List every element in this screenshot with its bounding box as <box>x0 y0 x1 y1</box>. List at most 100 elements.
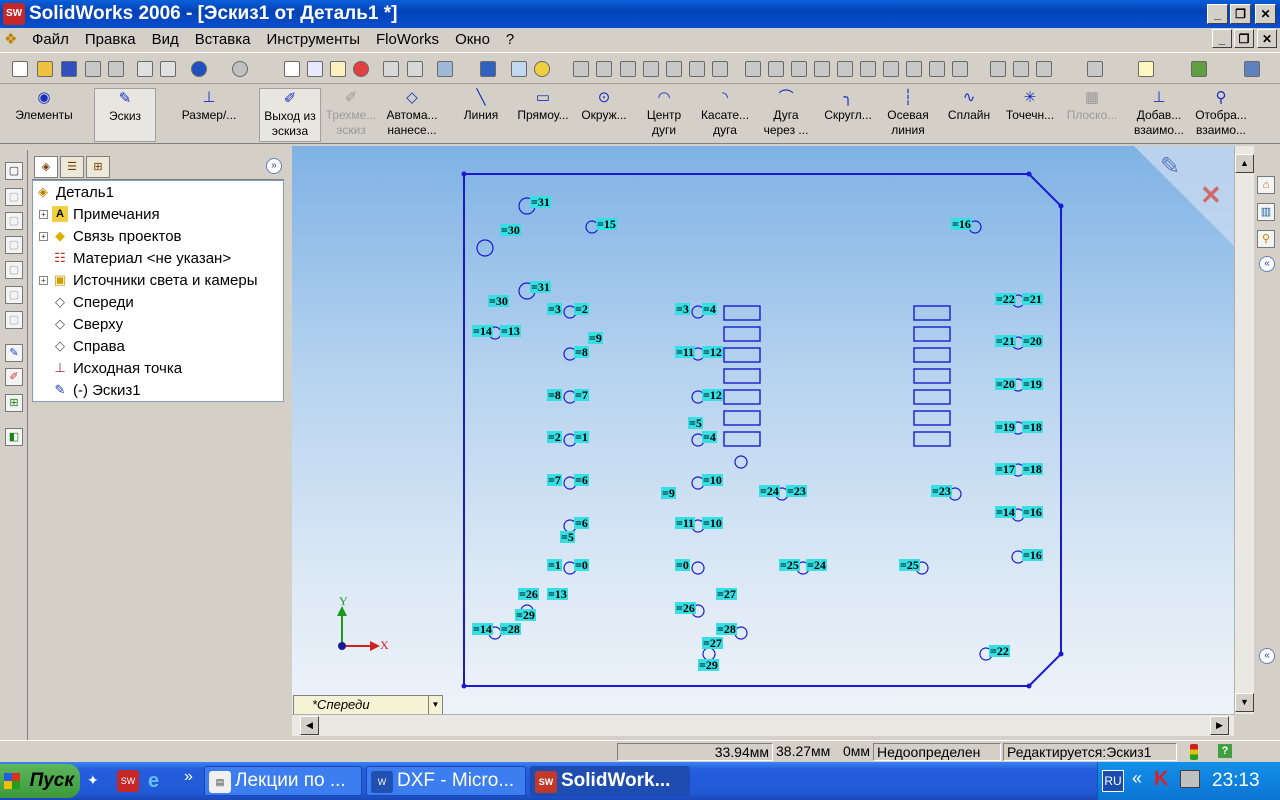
relation-label[interactable]: =10 <box>702 517 723 529</box>
hole-icon[interactable]: ▢ <box>5 286 23 304</box>
minimize-button[interactable]: _ <box>1207 4 1228 24</box>
relation-label[interactable]: =12 <box>702 346 723 358</box>
line-button[interactable]: ╲ Линия <box>459 88 503 142</box>
menu-edit[interactable]: Правка <box>77 31 144 48</box>
feature-icon-6[interactable] <box>689 61 705 77</box>
language-indicator[interactable]: RU <box>1102 770 1124 792</box>
menu-file[interactable]: Файл <box>24 31 77 48</box>
instant3d-icon[interactable]: ◧ <box>5 428 23 446</box>
revolve-icon[interactable]: ▢ <box>5 188 23 206</box>
fillet-button[interactable]: ╮ Скругл... <box>819 88 877 142</box>
relation-label[interactable]: =14 <box>472 325 493 337</box>
relation-label[interactable]: =30 <box>488 295 509 307</box>
undo-icon[interactable] <box>191 61 207 77</box>
tree-item-sketch1[interactable]: ✎ (-) Эскиз1 <box>52 379 141 401</box>
relation-label[interactable]: =24 <box>806 559 827 571</box>
select-icon[interactable] <box>284 61 300 77</box>
slots-right[interactable] <box>913 305 951 447</box>
slots-left[interactable] <box>723 305 761 447</box>
rebuild-light-icon[interactable] <box>1190 744 1198 760</box>
relation-label[interactable]: =11 <box>675 517 696 529</box>
task-lectures[interactable]: ▤ Лекции по ... <box>204 766 362 796</box>
add-relation-button[interactable]: ⊥ Добав... взаимо... <box>1129 88 1189 142</box>
scroll-up-icon[interactable]: ▲ <box>1235 154 1254 173</box>
drawing-icon[interactable] <box>1138 61 1154 77</box>
help-icon[interactable] <box>534 61 550 77</box>
print-icon[interactable] <box>137 61 153 77</box>
camera-icon[interactable] <box>437 61 453 77</box>
feature-icon-1[interactable] <box>573 61 589 77</box>
circle-button[interactable]: ⊙ Окруж... <box>576 88 632 142</box>
network-icon[interactable] <box>1180 770 1200 788</box>
plane-button[interactable]: ▦ Плоско... <box>1062 88 1122 142</box>
relation-label[interactable]: =6 <box>574 517 589 529</box>
relation-label[interactable]: =4 <box>702 303 717 315</box>
relation-label[interactable]: =22 <box>995 293 1016 305</box>
relation-label[interactable]: =13 <box>547 588 568 600</box>
relation-label[interactable]: =25 <box>899 559 920 571</box>
surface-icon-10[interactable] <box>952 61 968 77</box>
relation-label[interactable]: =28 <box>500 623 521 635</box>
tools-icon[interactable] <box>1244 61 1260 77</box>
tree-item-origin[interactable]: ⊥ Исходная точка <box>52 357 182 379</box>
relation-label[interactable]: =2 <box>574 303 589 315</box>
feature-tree-tab-icon[interactable]: ◈ <box>34 156 58 178</box>
library-icon[interactable]: ▥ <box>1257 203 1275 221</box>
relation-label[interactable]: =22 <box>989 645 1010 657</box>
relation-label[interactable]: =7 <box>547 474 562 486</box>
relation-label[interactable]: =14 <box>472 623 493 635</box>
search-icon[interactable]: ⚲ <box>1257 230 1275 248</box>
sketch3d-button[interactable]: ✐ Трехме... эскиз <box>323 88 379 142</box>
tree-item-right[interactable]: ◇ Справа <box>52 335 125 357</box>
expand-icon[interactable]: + <box>39 209 48 219</box>
exit-sketch-button[interactable]: ✐ Выход из эскиза <box>259 88 321 142</box>
expand-panel-icon[interactable]: » <box>266 158 282 174</box>
scroll-left-icon[interactable]: ◀ <box>300 716 319 735</box>
relation-label[interactable]: =1 <box>547 559 562 571</box>
sketch-tool-icon[interactable]: ✎ <box>5 344 23 362</box>
menu-floworks[interactable]: FloWorks <box>368 31 447 48</box>
relation-label[interactable]: =4 <box>702 431 717 443</box>
surface-icon-8[interactable] <box>906 61 922 77</box>
open-icon[interactable] <box>37 61 53 77</box>
tree-item-top[interactable]: ◇ Сверху <box>52 313 123 335</box>
relation-label[interactable]: =13 <box>500 325 521 337</box>
doc-close-button[interactable]: ✕ <box>1257 29 1277 48</box>
three-point-arc-button[interactable]: ⌒ Дуга через ... <box>758 88 814 142</box>
feature-icon-4[interactable] <box>643 61 659 77</box>
surface-icon-3[interactable] <box>791 61 807 77</box>
relation-label[interactable]: =23 <box>931 485 952 497</box>
restore-button[interactable]: ❐ <box>1230 4 1251 24</box>
feature-icon-7[interactable] <box>712 61 728 77</box>
relation-label[interactable]: =29 <box>515 609 536 621</box>
publish-icon[interactable] <box>108 61 124 77</box>
relation-label[interactable]: =12 <box>702 389 723 401</box>
menu-tools[interactable]: Инструменты <box>258 31 368 48</box>
surface-icon-4[interactable] <box>814 61 830 77</box>
relation-label[interactable]: =21 <box>1022 293 1043 305</box>
relation-label[interactable]: =0 <box>675 559 690 571</box>
tangent-arc-button[interactable]: ◝ Касате... дуга <box>697 88 753 142</box>
relation-label[interactable]: =7 <box>574 389 589 401</box>
sketch-tab[interactable]: ✎ Эскиз <box>94 88 156 142</box>
relation-label[interactable]: =20 <box>1022 335 1043 347</box>
doc-minimize-button[interactable]: _ <box>1212 29 1232 48</box>
loft-icon[interactable]: ▢ <box>5 236 23 254</box>
select-filter-icon[interactable] <box>307 61 323 77</box>
menu-insert[interactable]: Вставка <box>187 31 259 48</box>
relation-label[interactable]: =10 <box>702 474 723 486</box>
relation-label[interactable]: =8 <box>574 346 589 358</box>
relation-label[interactable]: =20 <box>995 378 1016 390</box>
ie-icon[interactable]: e <box>148 770 170 792</box>
smart-dim-icon[interactable]: ✐ <box>5 368 23 386</box>
dimension-tab[interactable]: ⊥ Размер/... <box>170 88 248 142</box>
relation-label[interactable]: =16 <box>951 218 972 230</box>
addin-icon[interactable] <box>1191 61 1207 77</box>
relation-label[interactable]: =23 <box>786 485 807 497</box>
expand-icon[interactable]: + <box>39 231 48 241</box>
relation-label[interactable]: =6 <box>574 474 589 486</box>
solidworks-quick-icon[interactable]: SW <box>117 770 139 792</box>
relation-label[interactable]: =11 <box>675 346 696 358</box>
relation-label[interactable]: =19 <box>995 421 1016 433</box>
print-preview-icon[interactable] <box>85 61 101 77</box>
